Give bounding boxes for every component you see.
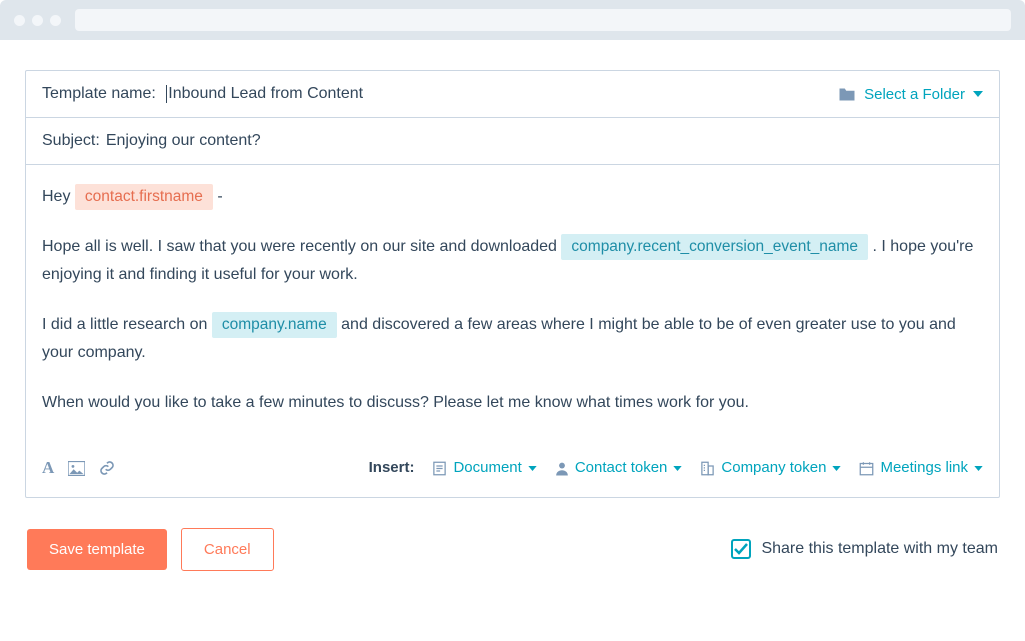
chevron-down-icon (973, 91, 983, 97)
insert-contact-token-dropdown[interactable]: Contact token (555, 455, 683, 481)
insert-document-dropdown[interactable]: Document (432, 455, 536, 481)
cancel-button[interactable]: Cancel (181, 528, 274, 571)
label: Document (453, 455, 521, 481)
share-label: Share this template with my team (761, 540, 998, 558)
template-name-row: Template name: Inbound Lead from Content… (26, 71, 999, 118)
window-dot (32, 15, 43, 26)
url-bar[interactable] (75, 9, 1011, 31)
template-name-input[interactable]: Inbound Lead from Content (168, 85, 363, 102)
share-template-checkbox[interactable]: Share this template with my team (731, 539, 998, 559)
text-format-icon[interactable]: A (42, 453, 54, 483)
chevron-down-icon (974, 466, 983, 471)
save-template-button[interactable]: Save template (27, 529, 167, 570)
editor-toolbar: A Insert: Document Contact token (42, 445, 983, 483)
token-contact-firstname[interactable]: contact.firstname (75, 184, 213, 210)
text: I did a little research on (42, 316, 212, 333)
body-greeting: Hey contact.firstname - (42, 183, 983, 211)
browser-chrome (0, 0, 1025, 40)
link-icon[interactable] (99, 460, 115, 476)
image-icon[interactable] (68, 461, 85, 476)
folder-select-dropdown[interactable]: Select a Folder (838, 86, 983, 103)
label: Company token (721, 455, 826, 481)
subject-input[interactable]: Enjoying our content? (106, 132, 261, 150)
document-icon (432, 461, 447, 476)
body-paragraph-3: When would you like to take a few minute… (42, 389, 983, 417)
text: Hey (42, 188, 75, 205)
check-icon (734, 543, 748, 555)
email-body-editor[interactable]: Hey contact.firstname - Hope all is well… (26, 165, 999, 497)
label: Contact token (575, 455, 668, 481)
folder-icon (838, 87, 856, 102)
text: Hope all is well. I saw that you were re… (42, 238, 561, 255)
insert-meetings-link-dropdown[interactable]: Meetings link (859, 455, 983, 481)
token-company-name[interactable]: company.name (212, 312, 337, 338)
calendar-icon (859, 461, 874, 476)
subject-label: Subject: (42, 132, 100, 150)
window-dots (14, 15, 61, 26)
chevron-down-icon (832, 466, 841, 471)
checkbox-box (731, 539, 751, 559)
text: - (217, 188, 222, 205)
body-paragraph-1: Hope all is well. I saw that you were re… (42, 233, 983, 289)
subject-row: Subject: Enjoying our content? (26, 118, 999, 165)
window-dot (50, 15, 61, 26)
template-name-label: Template name: (42, 85, 156, 102)
token-recent-conversion[interactable]: company.recent_conversion_event_name (561, 234, 868, 260)
insert-label: Insert: (369, 455, 415, 481)
chevron-down-icon (673, 466, 682, 471)
chevron-down-icon (528, 466, 537, 471)
folder-select-label: Select a Folder (864, 86, 965, 103)
footer-row: Save template Cancel Share this template… (25, 498, 1000, 571)
insert-company-token-dropdown[interactable]: Company token (700, 455, 841, 481)
template-editor-panel: Template name: Inbound Lead from Content… (25, 70, 1000, 498)
window-dot (14, 15, 25, 26)
person-icon (555, 461, 569, 476)
body-paragraph-2: I did a little research on company.name … (42, 311, 983, 367)
label: Meetings link (880, 455, 968, 481)
building-icon (700, 461, 715, 476)
